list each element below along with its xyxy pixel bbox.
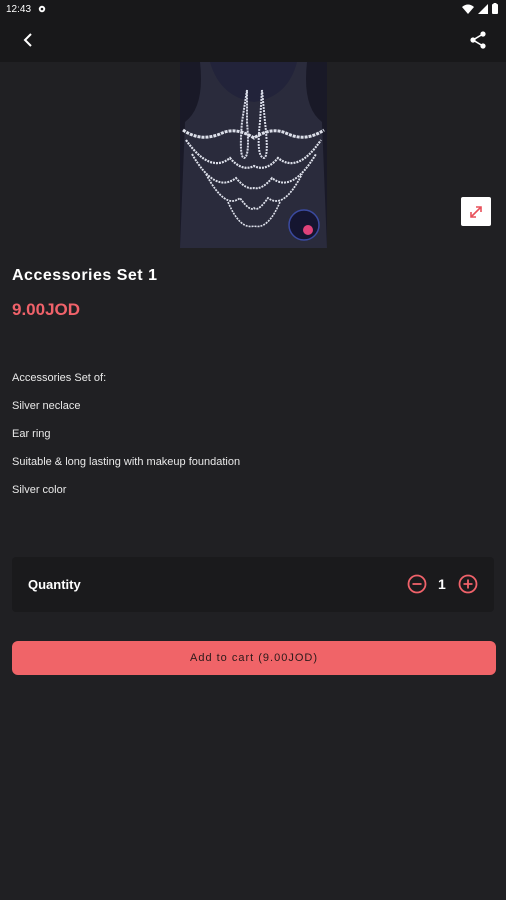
battery-icon xyxy=(492,3,498,14)
product-image[interactable] xyxy=(180,62,327,248)
status-time: 12:43 xyxy=(6,3,32,15)
necklace-photo xyxy=(180,62,327,248)
wifi-icon xyxy=(462,4,474,14)
expand-icon xyxy=(470,205,482,218)
status-bar: 12:43 xyxy=(0,0,506,18)
description-line: Silver neclace xyxy=(12,400,81,412)
minus-circle-icon[interactable] xyxy=(407,574,427,594)
status-icons xyxy=(462,3,498,14)
quantity-label: Quantity xyxy=(28,577,81,592)
add-to-cart-button[interactable]: Add to cart (9.00JOD) xyxy=(12,641,496,675)
share-icon[interactable] xyxy=(466,28,490,52)
signal-icon xyxy=(478,3,488,14)
app-bar xyxy=(0,18,506,62)
expand-image-button[interactable] xyxy=(461,197,491,226)
description-line: Accessories Set of: xyxy=(12,372,107,384)
quantity-value: 1 xyxy=(438,576,446,592)
product-price: 9.00JOD xyxy=(12,300,81,319)
product-description: Accessories Set of: Silver neclace Ear r… xyxy=(12,372,240,512)
quantity-card: Quantity 1 xyxy=(12,557,494,612)
description-line: Suitable & long lasting with makeup foun… xyxy=(12,456,241,468)
description-line: Ear ring xyxy=(12,428,51,440)
settings-gear-icon xyxy=(38,5,46,13)
product-title: Accessories Set 1 xyxy=(12,267,158,284)
back-arrow-icon[interactable] xyxy=(16,28,40,52)
description-line: Silver color xyxy=(12,484,67,496)
plus-circle-icon[interactable] xyxy=(458,574,478,594)
